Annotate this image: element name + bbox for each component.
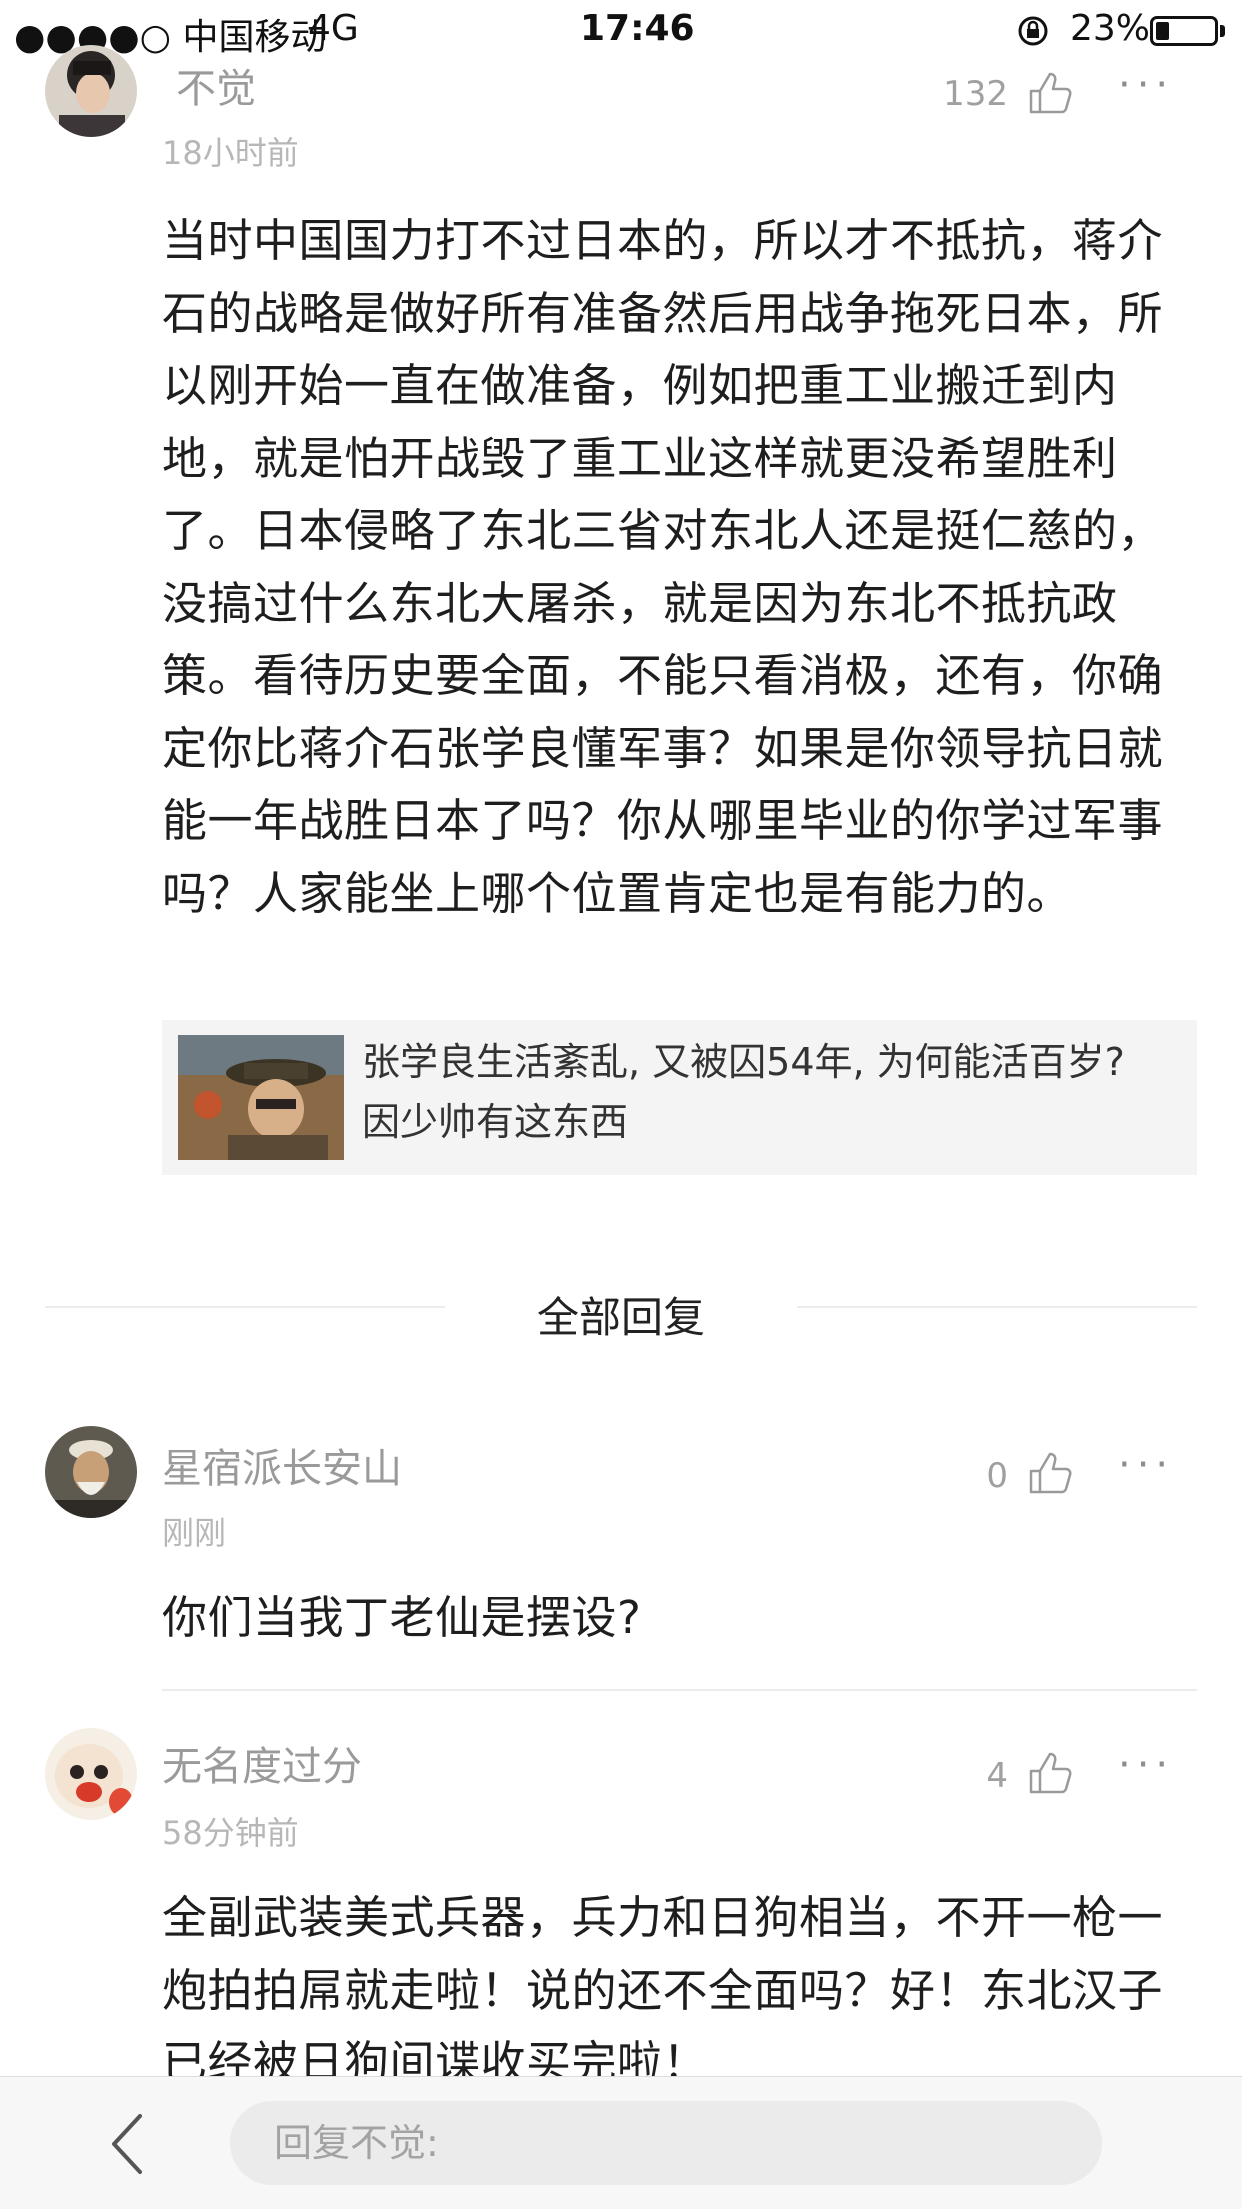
reply-bar bbox=[0, 2076, 1242, 2209]
more-options-button[interactable]: ··· bbox=[1118, 1742, 1174, 1788]
battery-percent: 23% bbox=[1070, 8, 1151, 49]
reply-author[interactable]: 无名度过分 bbox=[162, 1734, 362, 1792]
carrier-label: ●●●●○ 中国移动 bbox=[14, 17, 327, 58]
back-arrow-icon[interactable] bbox=[100, 2112, 160, 2176]
clock: 17:46 bbox=[580, 8, 695, 49]
avatar[interactable] bbox=[45, 1728, 137, 1820]
avatar[interactable] bbox=[45, 45, 137, 137]
like-count: 0 bbox=[986, 1456, 1008, 1496]
divider bbox=[797, 1306, 1197, 1308]
article-title: 张学良生活紊乱, 又被囚54年, 为何能活百岁? 因少帅有这东西 bbox=[362, 1040, 1125, 1144]
linked-article-card[interactable]: 张学良生活紊乱, 又被囚54年, 为何能活百岁? 因少帅有这东西 bbox=[162, 1020, 1197, 1175]
avatar[interactable] bbox=[45, 1426, 137, 1518]
battery-tip bbox=[1220, 25, 1225, 37]
more-options-button[interactable]: ··· bbox=[1118, 1442, 1174, 1488]
comment-time: 18小时前 bbox=[162, 134, 299, 172]
comment-text: 当时中国国力打不过日本的，所以才不抵抗，蒋介石的战略是做好所有准备然后用战争拖死… bbox=[162, 214, 1164, 920]
thumb-up-icon[interactable] bbox=[1028, 1450, 1074, 1496]
like-count: 4 bbox=[986, 1756, 1008, 1796]
reply-input[interactable] bbox=[230, 2101, 1102, 2185]
more-options-button[interactable]: ··· bbox=[1118, 62, 1174, 108]
thumb-up-icon[interactable] bbox=[1028, 70, 1074, 116]
section-title: 全部回复 bbox=[536, 1293, 705, 1342]
battery-icon bbox=[1150, 16, 1218, 46]
reply-text: 全副武装美式兵器，兵力和日狗相当，不开一枪一炮拍拍屌就走啦！说的还不全面吗？好！… bbox=[162, 1891, 1164, 2089]
reply-author[interactable]: 星宿派长安山 bbox=[162, 1436, 402, 1494]
like-count: 132 bbox=[943, 74, 1008, 114]
reply-text: 你们当我丁老仙是摆设? bbox=[162, 1591, 642, 1644]
reply-time: 刚刚 bbox=[162, 1514, 227, 1552]
comment-author[interactable]: 不觉 bbox=[176, 56, 256, 114]
network-label: 4G bbox=[308, 8, 359, 49]
reply-time: 58分钟前 bbox=[162, 1814, 299, 1852]
divider bbox=[162, 1689, 1197, 1691]
thumb-up-icon[interactable] bbox=[1028, 1750, 1074, 1796]
status-bar: ●●●●○ 中国移动 4G 17:46 23% bbox=[0, 0, 1242, 62]
article-thumbnail bbox=[178, 1035, 344, 1160]
rotation-lock-icon bbox=[1016, 14, 1050, 48]
